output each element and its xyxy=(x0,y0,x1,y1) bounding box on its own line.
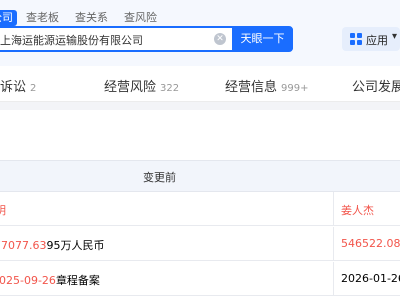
category-business-risk[interactable]: 经营风险 322 xyxy=(104,76,179,95)
search-header: 查公司 查老板 查关系 查风险 上海运能源运输股份有限公司 ✕ 天眼一下 应用 … xyxy=(0,0,400,66)
tab-company[interactable]: 查公司 xyxy=(0,10,17,26)
apps-button[interactable]: 应用 ▾ xyxy=(342,27,400,51)
tab-risk[interactable]: 查风险 xyxy=(124,10,157,26)
chevron-down-icon: ▾ xyxy=(392,31,398,42)
cell-after: 姜人杰 xyxy=(341,204,374,217)
search-input[interactable]: 上海运能源运输股份有限公司 xyxy=(0,32,208,48)
grid-icon xyxy=(350,33,362,45)
cell-before: 77077.6395万人民币 xyxy=(0,239,105,252)
page: 查公司 查老板 查关系 查风险 上海运能源运输股份有限公司 ✕ 天眼一下 应用 … xyxy=(0,0,400,300)
category-nav: 法律诉讼2 经营风险322 经营信息999+ 公司发展 xyxy=(0,66,400,102)
cell-after: 546522.083 xyxy=(341,237,400,250)
search-button[interactable]: 天眼一下 xyxy=(232,28,293,50)
table-row: 2025-09-26章程备案 2026-01-26 xyxy=(0,262,400,296)
clear-icon[interactable]: ✕ xyxy=(214,33,226,45)
header-before: 变更前 xyxy=(143,171,176,184)
tab-boss[interactable]: 查老板 xyxy=(26,10,59,26)
cell-after: 2026-01-26 xyxy=(341,272,400,285)
section-gap xyxy=(0,102,400,110)
category-business-info[interactable]: 经营信息 999+ xyxy=(225,76,308,95)
cell-before: 2025-09-26章程备案 xyxy=(0,274,100,287)
tab-relation[interactable]: 查关系 xyxy=(75,10,108,26)
table-row: 建明 姜人杰 xyxy=(0,192,400,226)
search-type-tabs: 查公司 查老板 查关系 查风险 xyxy=(0,10,173,26)
table-header: 变更前 xyxy=(0,160,400,192)
category-development[interactable]: 公司发展 xyxy=(352,76,400,95)
apps-label: 应用 xyxy=(366,34,388,47)
cell-before: 建明 xyxy=(0,204,6,217)
table-row: 77077.6395万人民币 546522.083 xyxy=(0,227,400,261)
search-box: 上海运能源运输股份有限公司 ✕ 天眼一下 xyxy=(0,26,293,52)
category-legal[interactable]: 法律诉讼2 xyxy=(0,76,36,95)
